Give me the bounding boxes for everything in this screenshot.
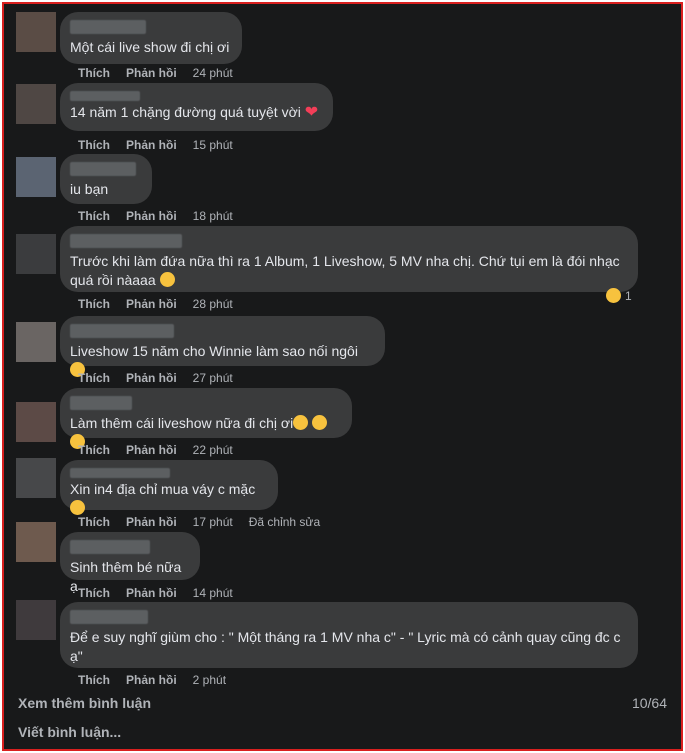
like-button[interactable]: Thích [78, 138, 110, 152]
commenter-name-blurred[interactable] [70, 396, 132, 410]
avatar[interactable] [16, 322, 56, 362]
commenter-name-blurred[interactable] [70, 162, 136, 176]
commenter-name-blurred[interactable] [70, 540, 150, 554]
comment-bubble: Xin in4 địa chỉ mua váy c mặc [60, 460, 278, 515]
view-more-comments-link[interactable]: Xem thêm bình luận [18, 695, 151, 711]
comment-bubble: Trước khi làm đứa nữa thì ra 1 Album, 1 … [60, 226, 638, 292]
comments-panel: Một cái live show đi chị ơi Thích Phản h… [2, 2, 683, 751]
avatar[interactable] [16, 84, 56, 124]
reaction-count: 1 [625, 288, 632, 303]
comment-time[interactable]: 18 phút [193, 209, 233, 223]
reply-button[interactable]: Phản hồi [126, 209, 177, 223]
reply-button[interactable]: Phản hồi [126, 443, 177, 457]
comment-time[interactable]: 14 phút [193, 586, 233, 600]
comment-bubble: Sinh thêm bé nữa ạ [60, 532, 200, 594]
like-button[interactable]: Thích [78, 209, 110, 223]
avatar[interactable] [16, 234, 56, 274]
avatar[interactable] [16, 157, 56, 197]
like-button[interactable]: Thích [78, 371, 110, 385]
heart-eyes-face-icon [70, 500, 85, 515]
comment-time[interactable]: 27 phút [193, 371, 233, 385]
comment-time[interactable]: 2 phút [193, 673, 226, 687]
comment-actions: Thích Phản hồi 17 phút Đã chỉnh sửa [78, 515, 320, 529]
commenter-name-blurred[interactable] [70, 20, 146, 34]
comment-bubble: Một cái live show đi chị ơi [60, 12, 242, 64]
like-button[interactable]: Thích [78, 443, 110, 457]
commenter-name-blurred[interactable] [70, 234, 182, 248]
comment-text: iu bạn [70, 181, 109, 197]
comment-text: Trước khi làm đứa nữa thì ra 1 Album, 1 … [70, 253, 620, 288]
comment-actions: Thích Phản hồi 15 phút [78, 138, 233, 152]
comment-time[interactable]: 17 phút [193, 515, 233, 529]
comment-time[interactable]: 22 phút [193, 443, 233, 457]
comment-text: Một cái live show đi chị ơi [70, 39, 230, 55]
comment-actions: Thích Phản hồi 22 phút [78, 443, 233, 457]
comment-actions: Thích Phản hồi 28 phút [78, 297, 233, 311]
comment-time[interactable]: 15 phút [193, 138, 233, 152]
like-button[interactable]: Thích [78, 673, 110, 687]
comment-time[interactable]: 28 phút [193, 297, 233, 311]
like-button[interactable]: Thích [78, 586, 110, 600]
comment-actions: Thích Phản hồi 24 phút [78, 66, 233, 80]
like-button[interactable]: Thích [78, 515, 110, 529]
sad-face-icon [159, 272, 175, 287]
avatar[interactable] [16, 522, 56, 562]
comment-text: Liveshow 15 năm cho Winnie làm sao nối n… [70, 343, 358, 359]
reply-button[interactable]: Phản hồi [126, 371, 177, 385]
comment-text: 14 năm 1 chặng đường quá tuyệt vời [70, 104, 301, 120]
commenter-name-blurred[interactable] [70, 91, 140, 101]
comment-bubble: Liveshow 15 năm cho Winnie làm sao nối n… [60, 316, 385, 377]
reaction-summary[interactable]: 1 [606, 288, 632, 303]
comment-actions: Thích Phản hồi 14 phút [78, 586, 233, 600]
comment-bubble: Làm thêm cái liveshow nữa đi chị ơi [60, 388, 352, 449]
hugging-face-icon [312, 415, 328, 430]
heart-icon: ❤ [304, 104, 319, 121]
reply-button[interactable]: Phản hồi [126, 66, 177, 80]
reply-button[interactable]: Phản hồi [126, 673, 177, 687]
comment-bubble: iu bạn [60, 154, 152, 204]
comment-text: Để e suy nghĩ giùm cho : " Một tháng ra … [70, 629, 621, 664]
edited-label: Đã chỉnh sửa [248, 515, 321, 529]
comment-actions: Thích Phản hồi 27 phút [78, 371, 233, 385]
comment-bubble: 14 năm 1 chặng đường quá tuyệt vời ❤ [60, 83, 333, 131]
commenter-name-blurred[interactable] [70, 610, 148, 624]
avatar[interactable] [16, 600, 56, 640]
comment-actions: Thích Phản hồi 2 phút [78, 673, 226, 687]
avatar[interactable] [16, 12, 56, 52]
write-comment-input[interactable]: Viết bình luận... [18, 724, 121, 740]
commenter-name-blurred[interactable] [70, 468, 170, 478]
comment-bubble: Để e suy nghĩ giùm cho : " Một tháng ra … [60, 602, 638, 668]
laughing-face-icon [606, 288, 621, 303]
reply-button[interactable]: Phản hồi [126, 138, 177, 152]
hugging-face-icon [293, 415, 309, 430]
reply-button[interactable]: Phản hồi [126, 297, 177, 311]
comment-actions: Thích Phản hồi 18 phút [78, 209, 233, 223]
reply-button[interactable]: Phản hồi [126, 586, 177, 600]
commenter-name-blurred[interactable] [70, 324, 174, 338]
comment-count: 10/64 [631, 695, 667, 711]
avatar[interactable] [16, 458, 56, 498]
comment-text: Xin in4 địa chỉ mua váy c mặc [70, 481, 256, 497]
avatar[interactable] [16, 402, 56, 442]
like-button[interactable]: Thích [78, 297, 110, 311]
like-button[interactable]: Thích [78, 66, 110, 80]
comment-time[interactable]: 24 phút [193, 66, 233, 80]
comment-text: Làm thêm cái liveshow nữa đi chị ơi [70, 415, 294, 431]
reply-button[interactable]: Phản hồi [126, 515, 177, 529]
